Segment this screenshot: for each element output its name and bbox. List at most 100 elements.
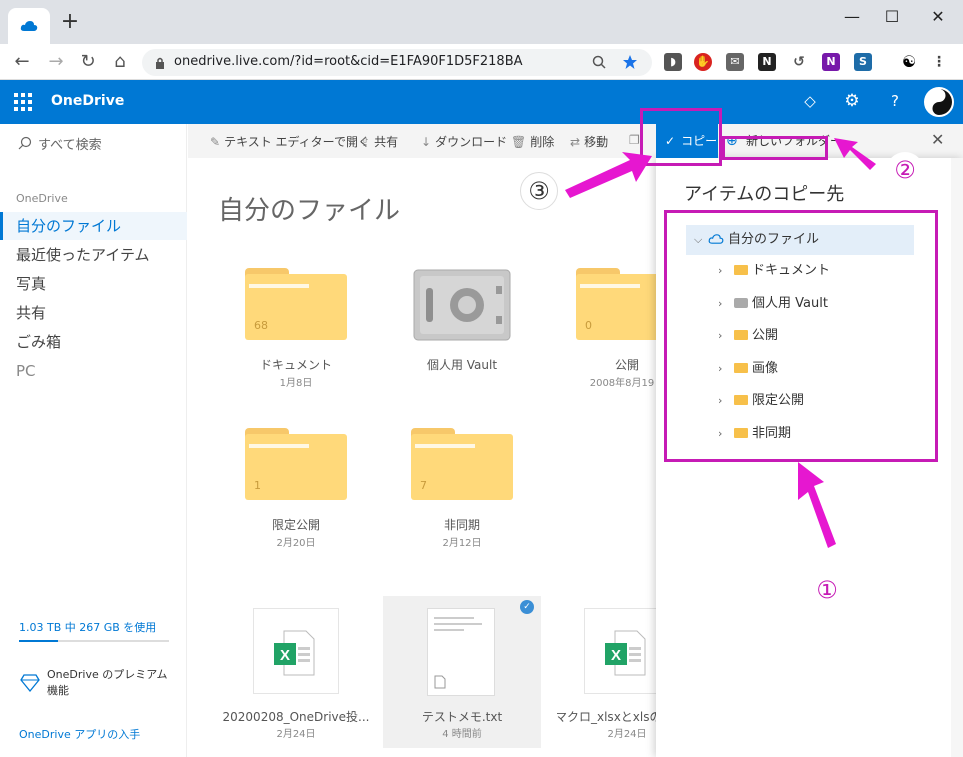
selected-check-icon[interactable]: ✓ xyxy=(520,600,534,614)
get-app-link[interactable]: OneDrive アプリの入手 xyxy=(19,726,140,742)
maximize-button[interactable]: ☐ xyxy=(872,6,912,28)
onedrive-cloud-icon xyxy=(20,21,38,31)
help-icon[interactable]: ? xyxy=(885,91,905,111)
annotation-box-tree xyxy=(664,210,938,462)
folder-count: 0 xyxy=(585,319,592,332)
lock-icon xyxy=(156,57,164,69)
premium-diamond-icon[interactable]: ◇ xyxy=(800,91,820,111)
folder-date: 2月12日 xyxy=(442,538,482,549)
app-launcher-icon[interactable] xyxy=(14,93,32,111)
page-title: 自分のファイル xyxy=(218,196,401,226)
bookmark-star-icon[interactable] xyxy=(622,54,638,70)
sidebar: すべて検索 OneDrive 自分のファイル 最近使ったアイテム 写真 共有 ご… xyxy=(0,124,187,757)
arrow-to-copy xyxy=(565,152,652,198)
selected-file-tile[interactable]: テストメモ.txt 4 時間前 xyxy=(383,596,541,748)
file-name: マクロ_xlsxとxlsの相 xyxy=(557,710,657,724)
delete-label: 削除 xyxy=(530,135,555,149)
forward-button[interactable]: → xyxy=(44,50,68,74)
sidebar-item-photos[interactable]: 写真 xyxy=(0,270,187,298)
sidebar-item-recycle-bin[interactable]: ごみ箱 xyxy=(0,328,187,356)
pocket-icon[interactable]: ◗ xyxy=(664,53,682,71)
annotation-number-one: ① xyxy=(808,572,846,610)
vault-icon xyxy=(413,269,511,341)
folder-name: 公開 xyxy=(614,358,639,372)
reload-button[interactable]: ↻ xyxy=(76,50,100,74)
s-extension-icon[interactable]: S xyxy=(854,53,872,71)
folder-date: 2月20日 xyxy=(276,538,316,549)
share-button[interactable]: ⇪ 共有 xyxy=(360,133,398,150)
onedrive-header: OneDrive ◇ ⚙ ? xyxy=(0,80,963,124)
open-text-editor-label: テキスト エディターで開く xyxy=(224,135,370,149)
download-label: ダウンロード xyxy=(435,135,508,149)
mail-icon[interactable]: ✉ xyxy=(726,53,744,71)
yinyang-icon[interactable]: ☯ xyxy=(900,53,918,71)
folder-tile-documents[interactable]: 68 ドキュメント 1月8日 xyxy=(226,264,366,389)
browser-tab[interactable] xyxy=(8,8,50,44)
delete-button[interactable]: 🗑 削除 xyxy=(511,133,554,150)
avatar[interactable] xyxy=(924,87,954,117)
folder-icon: 7 xyxy=(411,428,513,500)
folder-count: 1 xyxy=(254,479,261,492)
folder-icon: 1 xyxy=(245,428,347,500)
gear-icon[interactable]: ⚙ xyxy=(842,91,862,111)
sidebar-item-pc[interactable]: PC xyxy=(0,357,187,385)
search-icon xyxy=(18,136,32,150)
folder-tile-limited[interactable]: 1 限定公開 2月20日 xyxy=(226,424,366,549)
panel-scrollbar[interactable] xyxy=(951,158,963,757)
folder-date: 2008年8月19日 xyxy=(589,378,657,389)
move-icon: ⇄ xyxy=(570,135,581,149)
browser-toolbar: ← → ↻ ⌂ onedrive.live.com/?id=root&cid=E… xyxy=(0,44,963,80)
app-brand[interactable]: OneDrive xyxy=(51,93,124,109)
premium-features-link[interactable]: OneDrive のプレミアム機能 xyxy=(47,667,177,699)
move-button[interactable]: ⇄ 移動 xyxy=(570,133,608,150)
history-icon[interactable]: ↺ xyxy=(790,53,808,71)
folder-name: ドキュメント xyxy=(259,358,332,372)
annotation-number-two: ② xyxy=(886,152,924,190)
storage-bar-fill xyxy=(19,640,58,642)
close-panel-icon[interactable]: ✕ xyxy=(931,130,944,149)
file-date: 4 時間前 xyxy=(442,729,482,740)
adblock-icon[interactable]: ✋ xyxy=(694,53,712,71)
share-icon: ⇪ xyxy=(360,135,371,149)
trash-icon: 🗑 xyxy=(511,135,527,149)
file-tile-xlsx[interactable]: X 20200208_OneDrive投... 2月24日 xyxy=(223,596,369,746)
address-bar[interactable]: onedrive.live.com/?id=root&cid=E1FA90F1D… xyxy=(142,49,652,76)
new-tab-button[interactable]: + xyxy=(58,10,82,34)
annotation-number-three: ③ xyxy=(520,172,558,210)
text-file-thumbnail xyxy=(427,608,495,696)
storage-usage[interactable]: 1.03 TB 中 267 GB を使用 xyxy=(19,619,156,635)
download-icon: ↓ xyxy=(421,135,432,149)
sidebar-item-shared[interactable]: 共有 xyxy=(0,299,187,327)
search-input[interactable]: すべて検索 xyxy=(38,134,102,153)
excel-file-icon: X xyxy=(253,608,339,694)
folder-tile-async[interactable]: 7 非同期 2月12日 xyxy=(392,424,532,549)
notion-icon[interactable]: N xyxy=(758,53,776,71)
open-text-editor-button[interactable]: ✎ テキスト エディターで開く xyxy=(210,133,370,150)
folder-date: 1月8日 xyxy=(279,378,313,389)
panel-title: アイテムのコピー先 xyxy=(684,184,845,205)
document-icon xyxy=(434,675,446,689)
sidebar-item-my-files[interactable]: 自分のファイル xyxy=(0,212,187,240)
pencil-icon: ✎ xyxy=(210,135,221,149)
window-close-button[interactable]: ✕ xyxy=(918,6,958,28)
folder-tile-public[interactable]: 0 公開 2008年8月19日 xyxy=(557,264,657,389)
storage-bar xyxy=(19,640,169,642)
sidebar-item-recent[interactable]: 最近使ったアイテム xyxy=(0,241,187,269)
sidebar-section-label: OneDrive xyxy=(16,192,68,205)
folder-name: 個人用 Vault xyxy=(426,358,498,372)
onenote-icon[interactable]: N xyxy=(822,53,840,71)
svg-text:X: X xyxy=(280,647,290,664)
folder-tile-personal-vault[interactable]: 個人用 Vault xyxy=(392,264,532,389)
folder-icon: 68 xyxy=(245,268,347,340)
zoom-icon[interactable] xyxy=(592,55,606,69)
excel-file-icon: X xyxy=(584,608,657,694)
folder-name: 限定公開 xyxy=(271,518,320,532)
home-button[interactable]: ⌂ xyxy=(108,50,132,74)
download-button[interactable]: ↓ ダウンロード xyxy=(421,133,507,150)
minimize-button[interactable]: — xyxy=(832,6,872,28)
folder-count: 68 xyxy=(254,319,268,332)
annotation-box-copy xyxy=(640,108,722,166)
back-button[interactable]: ← xyxy=(10,50,34,74)
browser-menu-icon[interactable]: ⋮ xyxy=(930,53,948,71)
file-tile-macro-xlsx[interactable]: X マクロ_xlsxとxlsの相 2月24日 xyxy=(557,596,657,746)
